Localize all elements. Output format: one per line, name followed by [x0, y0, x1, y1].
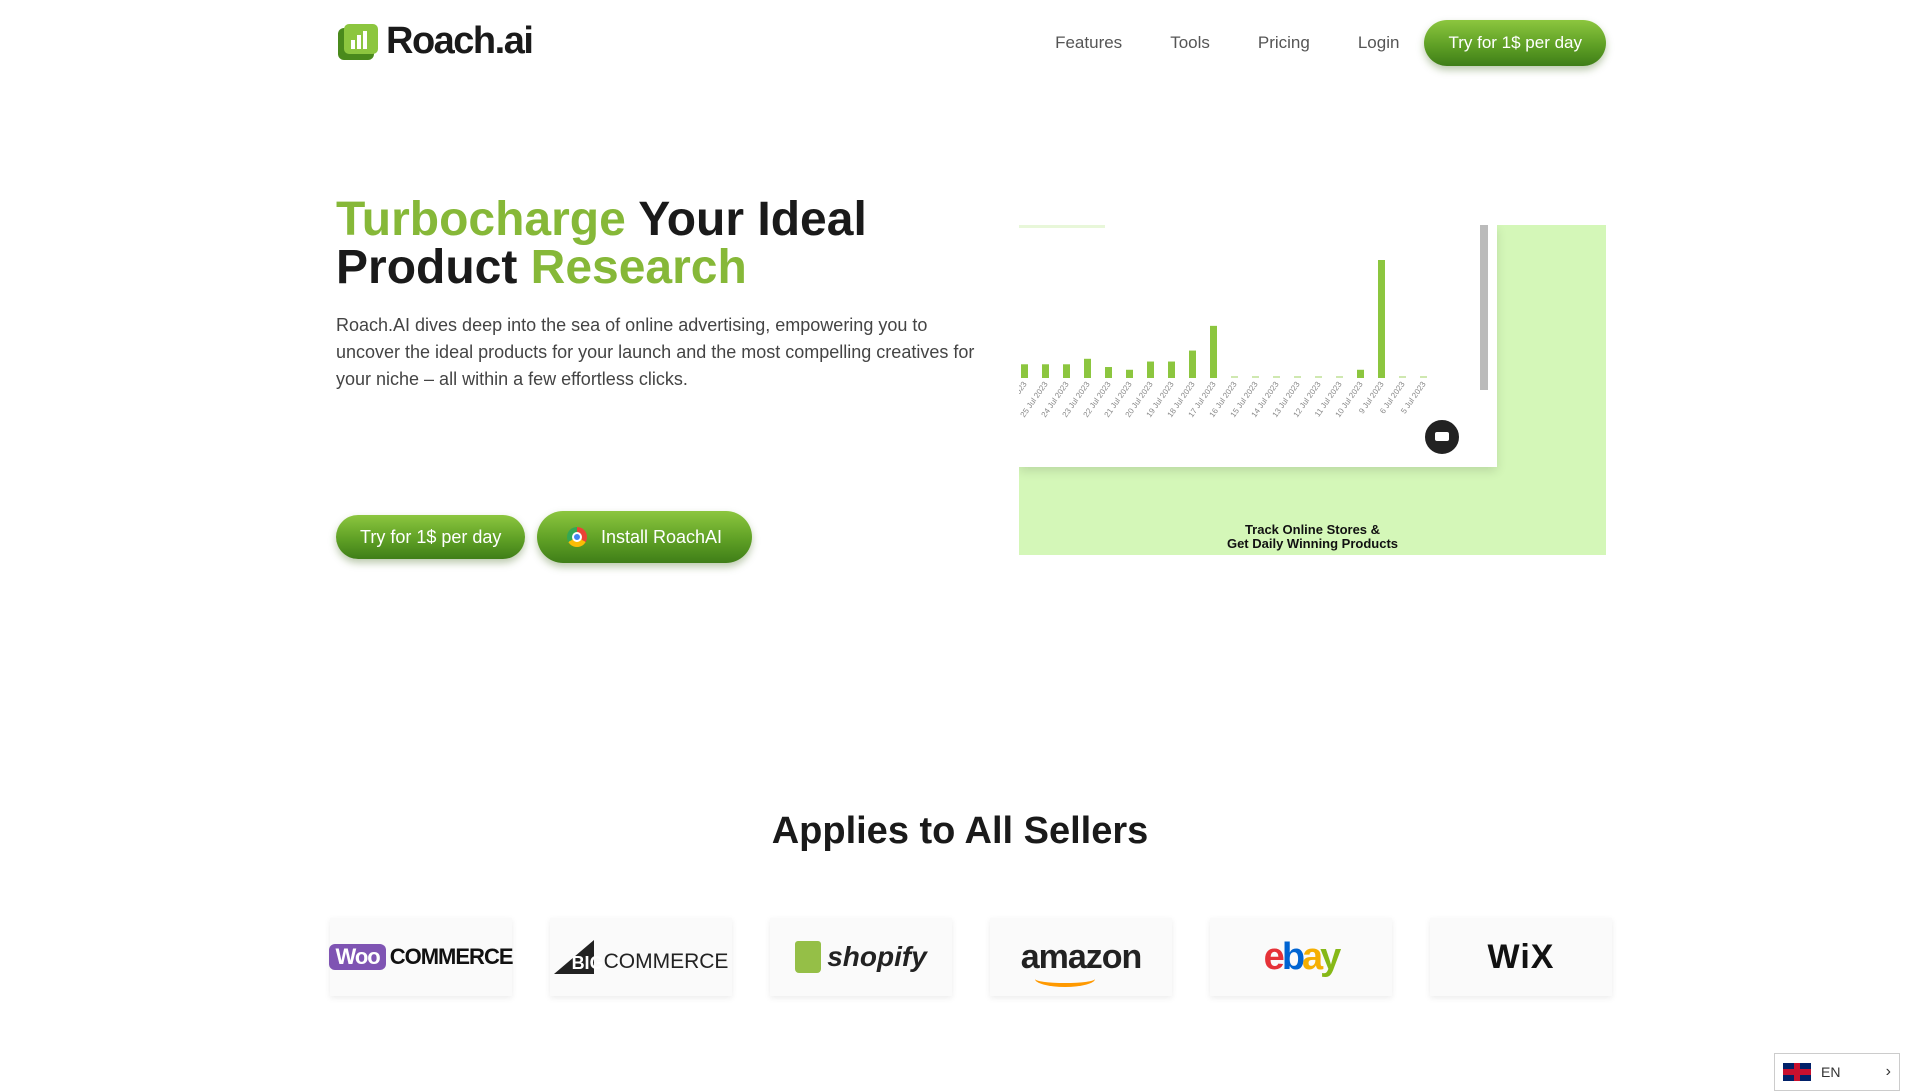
seller-logos: Woo COMMERCE BIG COMMERCE shopify amazon …: [329, 918, 1612, 996]
chart-bar: [1168, 361, 1175, 378]
header-trial-button[interactable]: Try for 1$ per day: [1424, 20, 1606, 66]
media-caption-line-2: Get Daily Winning Products: [1226, 536, 1399, 551]
logo[interactable]: Roach.ai: [336, 20, 534, 63]
amazon-logo[interactable]: amazon: [990, 918, 1172, 996]
chart-bar: [1210, 325, 1217, 378]
language-switcher[interactable]: EN ›: [1774, 1053, 1900, 1091]
hero-title-highlight-1: Turbocharge: [336, 193, 626, 246]
chart-bar: [1042, 364, 1049, 378]
hero-title-text-1: Your Ideal: [625, 193, 867, 246]
hero-media: Jul 202325 Jul 202324 Jul 202323 Jul 202…: [1019, 225, 1606, 555]
media-caption: Track Online Stores & Get Daily Winning …: [1019, 523, 1606, 551]
language-code: EN: [1821, 1064, 1841, 1080]
main-nav: Features Tools Pricing Login Try for 1$ …: [1031, 20, 1606, 66]
chart-bar: [1399, 376, 1406, 378]
chart-scrollbar[interactable]: [1480, 225, 1488, 390]
hero-trial-button[interactable]: Try for 1$ per day: [336, 515, 526, 559]
hero-title-text-2: Product: [336, 241, 531, 294]
hero-title-highlight-2: Research: [530, 241, 747, 294]
chart-bar: [1420, 376, 1427, 378]
chart-bar: [1231, 376, 1238, 378]
nav-features[interactable]: Features: [1055, 33, 1122, 53]
amazon-wordmark: amazon: [1021, 938, 1142, 987]
install-extension-label: Install RoachAI: [601, 527, 723, 547]
ebay-logo[interactable]: ebay: [1210, 918, 1392, 996]
ebay-wordmark: ebay: [1263, 935, 1342, 978]
chart-bar: [1273, 376, 1280, 378]
chart-bar: [1021, 364, 1028, 378]
install-extension-button[interactable]: Install RoachAI: [537, 511, 753, 563]
chart-bar: [1357, 369, 1364, 378]
logo-text: Roach.ai: [386, 20, 534, 62]
wix-logo[interactable]: WiX: [1430, 918, 1612, 996]
chart-top-line: [1019, 225, 1105, 228]
woocommerce-wordmark: Woo COMMERCE: [329, 944, 514, 970]
media-caption-line-1: Track Online Stores &: [1244, 522, 1381, 537]
logo-chart-icon: [338, 23, 378, 60]
chart-bar: [1378, 260, 1385, 378]
sales-chart-card: Jul 202325 Jul 202324 Jul 202323 Jul 202…: [1019, 225, 1497, 467]
nav-login[interactable]: Login: [1358, 33, 1400, 53]
chart-bar: [1105, 367, 1112, 378]
sales-bar-chart: Jul 202325 Jul 202324 Jul 202323 Jul 202…: [1019, 260, 1428, 419]
wix-wordmark: WiX: [1487, 937, 1555, 976]
chevron-right-icon: ›: [1885, 1063, 1891, 1080]
shopify-wordmark: shopify: [795, 941, 927, 973]
chart-bar: [1252, 376, 1259, 378]
hero-title: Turbocharge Your Ideal Product Research: [336, 196, 867, 292]
amazon-smile-icon: [1034, 971, 1095, 987]
chart-bar: [1063, 364, 1070, 378]
bigcommerce-wordmark: BIG COMMERCE: [553, 940, 728, 974]
chart-bar: [1147, 361, 1154, 378]
bigcommerce-logo[interactable]: BIG COMMERCE: [550, 918, 732, 996]
chat-icon[interactable]: [1422, 417, 1462, 457]
uk-flag-icon: [1783, 1063, 1811, 1081]
nav-pricing[interactable]: Pricing: [1258, 33, 1310, 53]
hero-description: Roach.AI dives deep into the sea of onli…: [336, 315, 975, 389]
chart-bar: [1084, 358, 1091, 378]
chart-bar: [1315, 376, 1322, 378]
woocommerce-logo[interactable]: Woo COMMERCE: [329, 918, 514, 996]
chart-bar: [1336, 376, 1343, 378]
chart-bar: [1189, 350, 1196, 378]
sellers-title: Applies to All Sellers: [771, 810, 1149, 852]
shopify-bag-icon: [795, 941, 822, 973]
shopify-logo[interactable]: shopify: [770, 918, 952, 996]
chart-bar: [1126, 369, 1133, 378]
chrome-icon: [567, 527, 587, 547]
nav-tools[interactable]: Tools: [1170, 33, 1210, 53]
chart-bar: [1294, 376, 1301, 378]
